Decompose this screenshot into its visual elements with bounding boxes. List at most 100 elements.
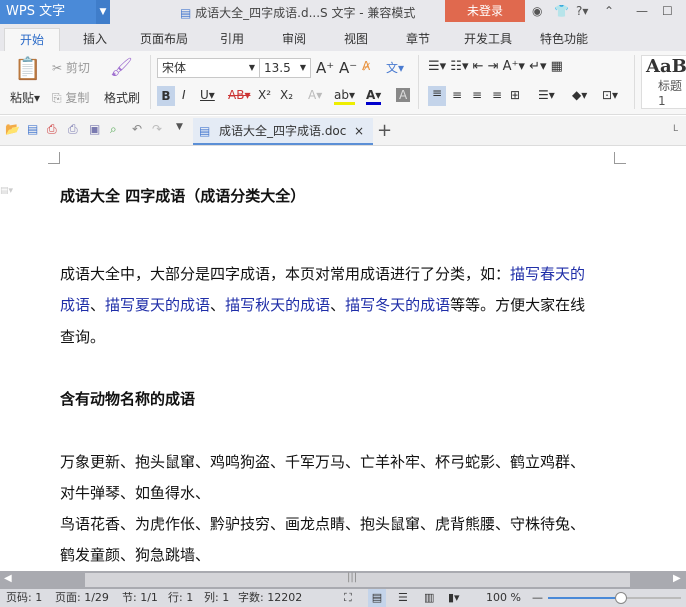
strikethrough-button[interactable]: AB▾ <box>228 88 250 102</box>
divider <box>150 55 151 109</box>
margin-corner <box>614 152 626 164</box>
margin-corner <box>48 152 60 164</box>
tab-references[interactable]: 引用 <box>210 28 254 51</box>
clear-format-icon[interactable]: A̷ <box>362 59 370 73</box>
font-select[interactable]: 宋体 ▼ <box>157 58 260 78</box>
paragraph-line: 成语大全中，大部分是四字成语，本页对常用成语进行了分类，如：描写春天的 <box>60 263 585 284</box>
subscript-button[interactable]: X₂ <box>280 88 293 102</box>
shading-button[interactable]: ◆▾ <box>572 88 587 102</box>
web-view-icon[interactable]: ▥ <box>424 589 434 607</box>
italic-button[interactable]: I <box>182 88 186 102</box>
zoom-slider-handle[interactable] <box>614 592 627 604</box>
align-right-button[interactable]: ≡ <box>472 88 482 102</box>
scroll-left-icon[interactable]: ◀ <box>4 573 12 584</box>
style-heading1[interactable]: AaB 标题 1 <box>641 55 686 109</box>
link-spring-cont[interactable]: 成语 <box>60 296 90 314</box>
help-icon[interactable]: ?▾ <box>576 4 588 18</box>
zoom-slider[interactable] <box>548 592 681 604</box>
underline-button[interactable]: U▾ <box>200 88 215 102</box>
justify-button[interactable]: ≡ <box>492 88 502 102</box>
page-count: 页面: 1/29 <box>55 591 109 604</box>
paragraph-marker-icon: ▤▾ <box>0 186 14 196</box>
idiom-line: 万象更新、抱头鼠窜、鸡鸣狗盗、千军万马、亡羊补牢、杯弓蛇影、鹤立鸡群、 <box>60 453 586 471</box>
link-autumn[interactable]: 描写秋天的成语 <box>225 296 330 314</box>
document-tab[interactable]: ▤ 成语大全_四字成语.doc × <box>193 118 373 145</box>
format-painter-button[interactable]: 格式刷 <box>104 89 140 106</box>
close-tab-icon[interactable]: × <box>354 118 364 144</box>
document-canvas[interactable]: ▤▾ <box>0 146 686 571</box>
section-heading: 含有动物名称的成语 <box>60 390 196 408</box>
link-winter[interactable]: 描写冬天的成语 <box>345 296 450 314</box>
char-shading-icon[interactable]: A <box>396 88 411 102</box>
font-size-select[interactable]: 13.5 ▼ <box>259 58 311 78</box>
window-title-text: 成语大全_四字成语.d...S 文字 - 兼容模式 <box>195 6 416 20</box>
style-preview: AaB <box>646 56 686 77</box>
scrollbar-thumb[interactable]: ||| <box>85 572 630 587</box>
maximize-icon[interactable]: ☐ <box>662 4 673 18</box>
redo-icon[interactable]: ↷ <box>152 122 162 136</box>
tab-home[interactable]: 开始 <box>4 28 60 51</box>
line-spacing-button[interactable]: ☰▾ <box>538 88 555 102</box>
distribute-button[interactable]: ⊞ <box>510 88 520 102</box>
open-icon[interactable]: 📂 <box>5 122 20 136</box>
link-summer[interactable]: 描写夏天的成语 <box>105 296 210 314</box>
ruler-toggle-icon[interactable]: L <box>673 124 678 134</box>
tab-view[interactable]: 视图 <box>334 28 378 51</box>
divider <box>634 55 635 109</box>
print-preview-icon[interactable]: ▣ <box>89 122 100 136</box>
tab-insert[interactable]: 插入 <box>70 28 120 51</box>
tab-review[interactable]: 审阅 <box>272 28 316 51</box>
cut-button[interactable]: ✂ 剪切 <box>52 59 90 76</box>
paragraph-line: 成语、描写夏天的成语、描写秋天的成语、描写冬天的成语等等。方便大家在线 <box>60 294 585 315</box>
superscript-button[interactable]: X² <box>258 88 271 102</box>
text: 、 <box>210 296 226 314</box>
font-size-value: 13.5 <box>264 61 291 75</box>
document-tab-label: 成语大全_四字成语.doc <box>219 124 347 138</box>
shirt-icon[interactable]: 👕 <box>554 4 569 18</box>
login-button[interactable]: 未登录 <box>445 0 525 22</box>
tab-features[interactable]: 特色功能 <box>532 28 596 51</box>
tab-developer[interactable]: 开发工具 <box>458 28 518 51</box>
zoom-out-icon[interactable]: — <box>532 589 543 607</box>
word-count[interactable]: 字数: 12202 <box>238 589 302 607</box>
style-label: 标题 1 <box>658 79 683 108</box>
undo-icon[interactable]: ↶ <box>132 122 142 136</box>
paste-button[interactable]: 粘贴▾ <box>10 89 40 106</box>
link-spring[interactable]: 描写春天的 <box>510 265 585 283</box>
align-left-button[interactable]: ≡ <box>428 86 446 106</box>
app-name: WPS 文字 <box>6 4 66 19</box>
fullscreen-icon[interactable]: ⛶ <box>344 589 352 607</box>
format-painter-icon[interactable]: 🖌 <box>110 57 133 78</box>
font-color-icon[interactable]: A▾ <box>366 88 382 105</box>
skin-icon[interactable]: ◉ <box>532 4 542 18</box>
paste-icon[interactable]: 📋 <box>14 57 41 82</box>
page-view-icon[interactable]: ▤ <box>368 589 386 607</box>
list-icons[interactable]: ☰▾ ☷▾ ⇤ ⇥ A⁺▾ ↵▾ ▦ <box>428 59 563 74</box>
copy-button[interactable]: ⎘ 复制 <box>52 89 89 106</box>
save-icon[interactable]: ▤ <box>27 122 38 136</box>
grow-font-icon[interactable]: A⁺ A⁻ <box>316 59 357 77</box>
highlight-icon[interactable]: ab▾ <box>334 88 355 105</box>
new-tab-button[interactable]: + <box>377 120 392 141</box>
section-number: 节: 1/1 <box>122 591 158 604</box>
text-effect-icon[interactable]: A▾ <box>308 88 322 102</box>
outline-view-icon[interactable]: ☰ <box>398 589 408 607</box>
align-center-button[interactable]: ≡ <box>452 88 462 102</box>
column-number: 列: 1 <box>204 591 230 604</box>
collapse-ribbon-icon[interactable]: ⌃ <box>604 4 614 18</box>
tab-section[interactable]: 章节 <box>396 28 440 51</box>
borders-button[interactable]: ⊡▾ <box>602 88 618 102</box>
phonetic-icon[interactable]: 文▾ <box>386 59 404 76</box>
minimize-icon[interactable]: — <box>636 4 648 18</box>
bold-button[interactable]: B <box>157 86 175 106</box>
app-menu-button[interactable]: WPS 文字 ▼ <box>0 0 110 24</box>
tab-page-layout[interactable]: 页面布局 <box>132 28 196 51</box>
customize-dropdown-icon[interactable]: ▼ <box>176 122 183 132</box>
preview-icon[interactable]: ⌕ <box>110 122 117 137</box>
cut-label: 剪切 <box>65 61 90 75</box>
export-pdf-icon[interactable]: ⎙ <box>47 122 57 137</box>
print-icon[interactable]: ⎙ <box>68 122 78 137</box>
eye-protect-icon[interactable]: ▮▾ <box>448 589 460 607</box>
scroll-right-icon[interactable]: ▶ <box>673 573 681 584</box>
chevron-down-icon[interactable]: ▼ <box>96 0 110 24</box>
